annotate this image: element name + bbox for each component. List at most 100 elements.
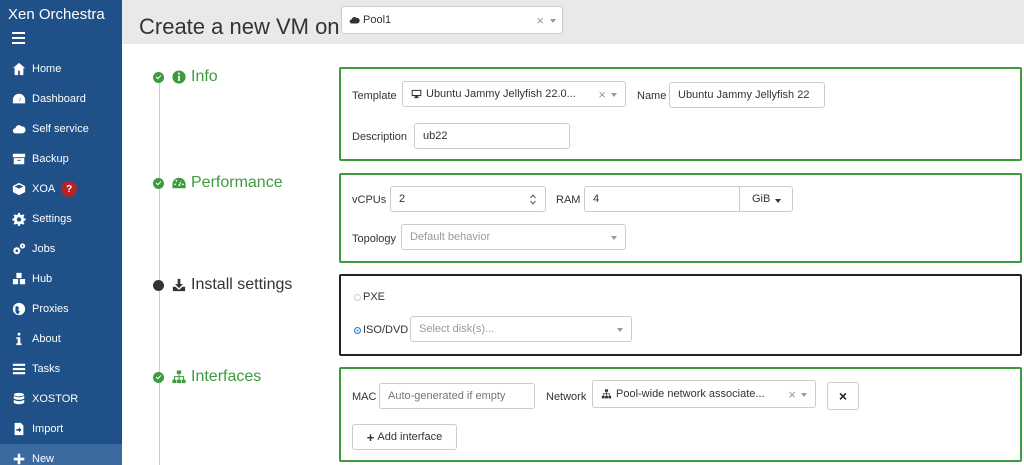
add-interface-button[interactable]: + Add interface [352,424,457,450]
topology-placeholder: Default behavior [410,231,491,243]
sidebar: Xen Orchestra Home Dashboard Self servic… [0,0,122,465]
pxe-radio[interactable] [354,294,361,301]
remove-interface-button[interactable]: × [827,382,859,410]
sidebar-item-self-service[interactable]: Self service [0,114,122,144]
template-clear-icon[interactable]: × [598,87,606,102]
sidebar-item-about[interactable]: About [0,324,122,354]
section-interfaces-heading: Interfaces [153,368,261,386]
cloud-icon [11,121,27,137]
sidebar-item-label: Import [32,423,64,435]
globe-icon [11,301,27,317]
chevron-down-icon[interactable] [611,236,617,240]
ram-unit-value: GiB [752,193,771,205]
network-value: Pool-wide network associate... [616,388,765,400]
sidebar-item-label: About [32,333,61,345]
description-input[interactable]: ub22 [414,123,570,149]
sidebar-item-label: Backup [32,153,69,165]
name-input[interactable]: Ubuntu Jammy Jellyfish 22 [669,82,825,108]
sidebar-item-import[interactable]: Import [0,414,122,444]
template-value: Ubuntu Jammy Jellyfish 22.0... [426,88,576,100]
network-select[interactable]: Pool-wide network associate... × [592,380,816,408]
performance-panel: vCPUs 2 RAM 4 GiB Topology Default behav… [339,173,1022,263]
vcpus-input[interactable]: 2 [390,186,546,212]
section-title: Install settings [191,276,293,293]
sitemap-icon [172,370,186,384]
cubes-icon [11,271,27,287]
chevron-down-icon[interactable] [611,93,617,97]
network-clear-icon[interactable]: × [788,387,796,402]
iso-radio[interactable] [354,327,361,334]
network-label: Network [546,391,587,403]
network-icon [601,389,612,399]
sidebar-item-xostor[interactable]: XOSTOR [0,384,122,414]
dashboard-icon [11,91,27,107]
sidebar-item-label: Dashboard [32,93,86,105]
description-label: Description [352,131,408,143]
import-icon [11,421,27,437]
topology-label: Topology [352,233,397,245]
sidebar-item-label: Hub [32,273,53,285]
gears-icon [11,241,27,257]
step-complete-icon [153,177,164,189]
mac-input[interactable] [380,384,534,408]
sidebar-item-dashboard[interactable]: Dashboard [0,84,122,114]
section-title: Performance [191,174,283,191]
cube-icon [11,181,27,197]
sidebar-item-settings[interactable]: Settings [0,204,122,234]
step-complete-icon [153,371,164,383]
sidebar-item-label: XOSTOR [32,393,79,405]
pool-select[interactable]: Pool1 × [341,6,563,34]
cloud-icon [349,16,360,24]
chevron-down-icon[interactable] [801,393,807,397]
sidebar-item-label: Jobs [32,243,56,255]
help-badge[interactable]: ? [61,181,78,197]
sidebar-item-jobs[interactable]: Jobs [0,234,122,264]
download-icon [172,278,186,292]
ram-label: RAM [556,194,581,206]
home-icon [11,61,27,77]
iso-label: ISO/DVD [363,324,409,336]
ram-input[interactable]: 4 [584,186,740,212]
vcpus-value: 2 [399,193,406,205]
ram-unit-dropdown[interactable]: GiB [739,186,793,212]
add-interface-label: Add interface [377,431,443,443]
iso-disk-select[interactable]: Select disk(s)... [410,316,632,342]
sidebar-item-proxies[interactable]: Proxies [0,294,122,324]
caret-down-icon [775,199,781,203]
name-label: Name [637,90,667,102]
mac-input-wrap [379,383,535,409]
topology-select[interactable]: Default behavior [401,224,626,250]
menu-toggle-icon[interactable] [12,32,26,46]
chevron-down-icon[interactable] [617,328,623,332]
section-title: Interfaces [191,368,262,385]
sidebar-item-backup[interactable]: Backup [0,144,122,174]
brand-title: Xen Orchestra [8,6,105,23]
sidebar-item-label: Proxies [32,303,69,315]
info-panel: Template Ubuntu Jammy Jellyfish 22.0... … [339,67,1022,161]
sidebar-item-label: Settings [32,213,72,225]
sidebar-item-xoa[interactable]: XOA ? [0,174,122,204]
install-settings-panel: PXE ISO/DVD Select disk(s)... [339,274,1022,356]
section-performance-heading: Performance [153,174,283,192]
step-complete-icon [153,71,164,83]
interfaces-panel: MAC Network Pool-wide network associate.… [339,367,1022,462]
plus-icon: + [366,429,375,445]
stepper-icon[interactable] [530,194,536,205]
sidebar-item-label: Home [32,63,62,75]
database-icon [11,391,27,407]
info-icon [11,331,27,347]
chevron-down-icon[interactable] [550,19,556,23]
pxe-label: PXE [363,291,386,303]
page-header: Create a new VM on Pool1 × [122,0,1024,44]
sidebar-item-new[interactable]: New [0,444,122,465]
section-info-heading: Info [153,68,218,86]
sidebar-item-tasks[interactable]: Tasks [0,354,122,384]
sidebar-item-home[interactable]: Home [0,54,122,84]
sidebar-item-label: Self service [32,123,89,135]
sidebar-item-hub[interactable]: Hub [0,264,122,294]
section-title: Info [191,68,218,85]
step-current-icon [153,279,164,291]
template-select[interactable]: Ubuntu Jammy Jellyfish 22.0... × [402,81,626,107]
iso-disk-placeholder: Select disk(s)... [419,323,495,335]
pool-clear-icon[interactable]: × [536,13,544,28]
